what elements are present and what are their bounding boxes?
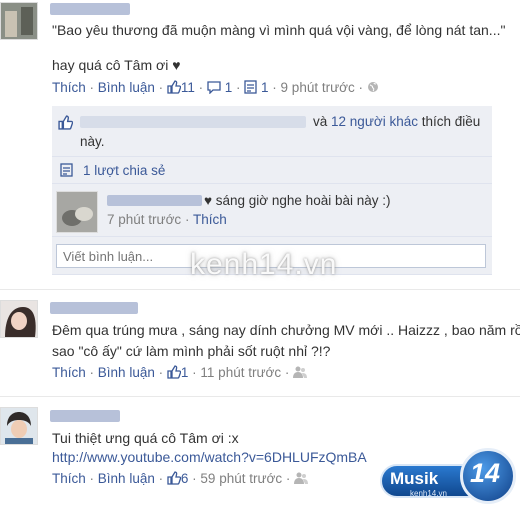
youtube-link[interactable]: http://www.youtube.com/watch?v=6DHLUFzQm… (52, 449, 367, 465)
comment-count[interactable]: 1 (225, 80, 233, 95)
likes-text: và 12 người khác thích điều (313, 114, 481, 129)
like-count[interactable]: 6 (181, 471, 189, 486)
musik14-logo: Musik kenh14.vn 14 (378, 442, 518, 518)
comment1-quote: "Bao yêu thương đã muộn màng vì mình quá… (52, 22, 506, 38)
comment1-text: hay quá cô Tâm ơi ♥ (52, 57, 181, 73)
like-link[interactable]: Thích (52, 365, 86, 380)
reply-link[interactable]: Bình luận (98, 365, 155, 380)
comment3-actions: Thích · Bình luận · 6 · 59 phút trước · (52, 471, 309, 488)
comment3-text: Tui thiệt ưng quá cô Tâm ơi :x (52, 430, 239, 446)
thumbs-up-icon (58, 115, 74, 133)
reply-like-link[interactable]: Thích (193, 212, 227, 227)
like-count[interactable]: 1 (181, 365, 189, 380)
reply-block (52, 184, 492, 237)
shares-link[interactable]: 1 lượt chia sẻ (83, 163, 165, 178)
comment-bubble-icon (207, 80, 221, 97)
comment1-actions: Thích · Bình luận · 11 · 1 · 1 · 9 phút … (52, 80, 379, 97)
badge-number: 14 (470, 458, 501, 488)
comment1-time[interactable]: 9 phút trước (281, 80, 355, 95)
comment2-time[interactable]: 11 phút trước (200, 365, 281, 380)
avatar-reply[interactable] (56, 191, 98, 233)
friends-icon (293, 366, 308, 381)
thumbs-up-icon (167, 471, 182, 488)
liker-names[interactable] (80, 116, 306, 128)
divider (0, 396, 520, 397)
author-name-comment2[interactable] (50, 302, 138, 314)
like-link[interactable]: Thích (52, 80, 86, 95)
comment2-line1: Đêm qua trúng mưa , sáng nay dính chưởng… (52, 322, 520, 338)
avatar-comment3[interactable] (0, 407, 38, 445)
like-count[interactable]: 11 (181, 80, 195, 95)
comment2-line2: sao "cô ấy" cứ làm mình phải sốt ruột nh… (52, 343, 331, 359)
author-name-reply[interactable] (107, 195, 202, 206)
share-count[interactable]: 1 (261, 80, 269, 95)
divider (0, 289, 520, 290)
reply-link[interactable]: Bình luận (98, 471, 155, 486)
badge-name: Musik (390, 469, 439, 488)
watermark-kenh14: kenh14.vn (190, 248, 338, 281)
friends-icon (294, 472, 309, 487)
reply-meta: 7 phút trước · Thích (107, 212, 227, 227)
author-name-comment3[interactable] (50, 410, 120, 422)
likes-text-cont: này. (80, 134, 105, 149)
avatar-comment1[interactable] (0, 2, 38, 40)
reply-text: ♥ sáng giờ nghe hoài bài này :) (204, 193, 391, 208)
share-icon (244, 80, 257, 97)
avatar-comment2[interactable] (0, 300, 38, 338)
badge-site: kenh14.vn (410, 489, 447, 498)
thumbs-up-icon (167, 365, 182, 382)
thumbs-up-icon (167, 80, 182, 97)
comment2-actions: Thích · Bình luận · 1 · 11 phút trước · (52, 365, 308, 382)
globe-icon (367, 81, 379, 96)
like-link[interactable]: Thích (52, 471, 86, 486)
comment3-time[interactable]: 59 phút trước (200, 471, 282, 486)
others-link[interactable]: 12 người khác (331, 114, 418, 129)
author-name-comment1[interactable] (50, 3, 130, 15)
reply-time[interactable]: 7 phút trước (107, 212, 181, 227)
share-icon (60, 163, 73, 180)
reply-link[interactable]: Bình luận (98, 80, 155, 95)
